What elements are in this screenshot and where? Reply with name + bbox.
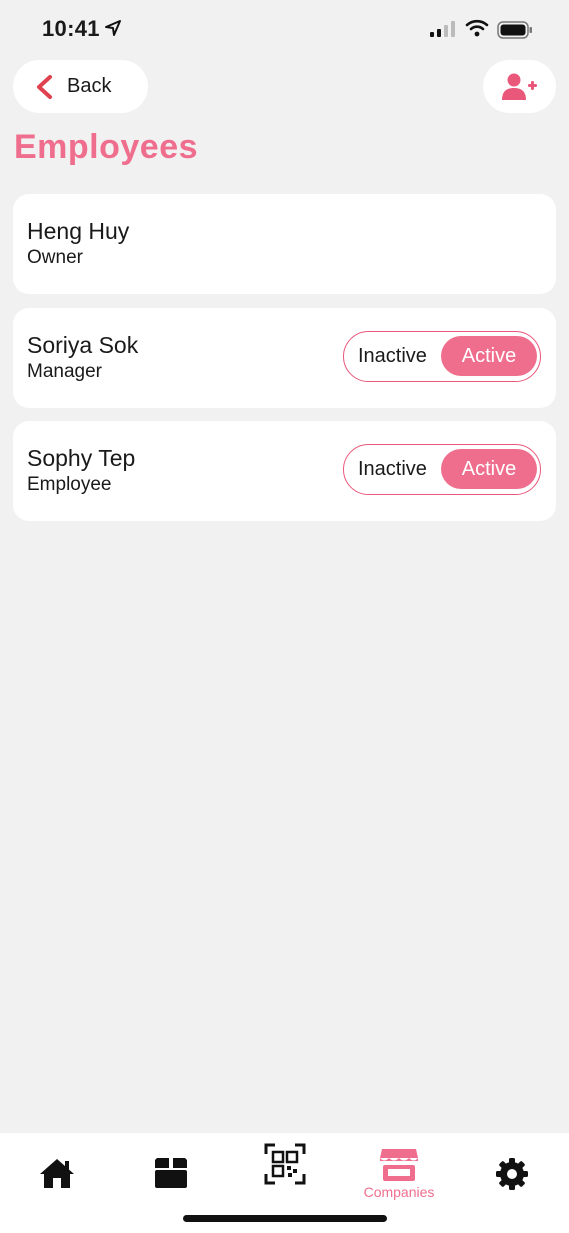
chevron-left-icon (37, 75, 52, 99)
location-arrow-icon (105, 20, 121, 36)
employee-name: Heng Huy (27, 218, 130, 244)
employee-card: Soriya Sok Manager Inactive Active (13, 308, 556, 408)
status-toggle[interactable]: Inactive Active (343, 444, 541, 495)
tab-products[interactable] (114, 1133, 228, 1213)
employee-name: Sophy Tep (27, 445, 136, 471)
employee-role: Owner (27, 247, 83, 268)
page-title: Employees (14, 128, 199, 166)
qr-code-icon (264, 1143, 306, 1185)
employee-role: Manager (27, 361, 102, 382)
back-button[interactable]: Back (13, 60, 148, 113)
back-button-label: Back (67, 75, 112, 97)
box-icon (155, 1158, 187, 1188)
employee-card: Sophy Tep Employee Inactive Active (13, 421, 556, 521)
gear-icon (496, 1158, 528, 1190)
tab-home[interactable] (0, 1133, 114, 1213)
status-option-active[interactable]: Active (441, 336, 537, 376)
wifi-icon (465, 19, 489, 37)
status-option-inactive[interactable]: Inactive (358, 345, 427, 368)
tab-scan[interactable] (228, 1133, 342, 1213)
status-option-active[interactable]: Active (441, 449, 537, 489)
home-indicator (183, 1215, 387, 1222)
tab-settings[interactable] (455, 1133, 569, 1213)
home-icon (40, 1159, 74, 1188)
tab-companies-label: Companies (363, 1184, 435, 1200)
cellular-signal-icon (430, 21, 455, 37)
battery-icon (497, 21, 532, 39)
employee-role: Employee (27, 474, 112, 495)
employee-card: Heng Huy Owner (13, 194, 556, 294)
status-toggle[interactable]: Inactive Active (343, 331, 541, 382)
add-user-button[interactable] (483, 60, 556, 113)
status-time: 10:41 (42, 16, 100, 41)
status-bar: 10:41 (0, 0, 569, 60)
tab-companies[interactable]: Companies (342, 1133, 456, 1213)
store-icon (380, 1149, 418, 1181)
status-option-inactive[interactable]: Inactive (358, 458, 427, 481)
employee-name: Soriya Sok (27, 332, 139, 358)
user-plus-icon (502, 73, 537, 100)
